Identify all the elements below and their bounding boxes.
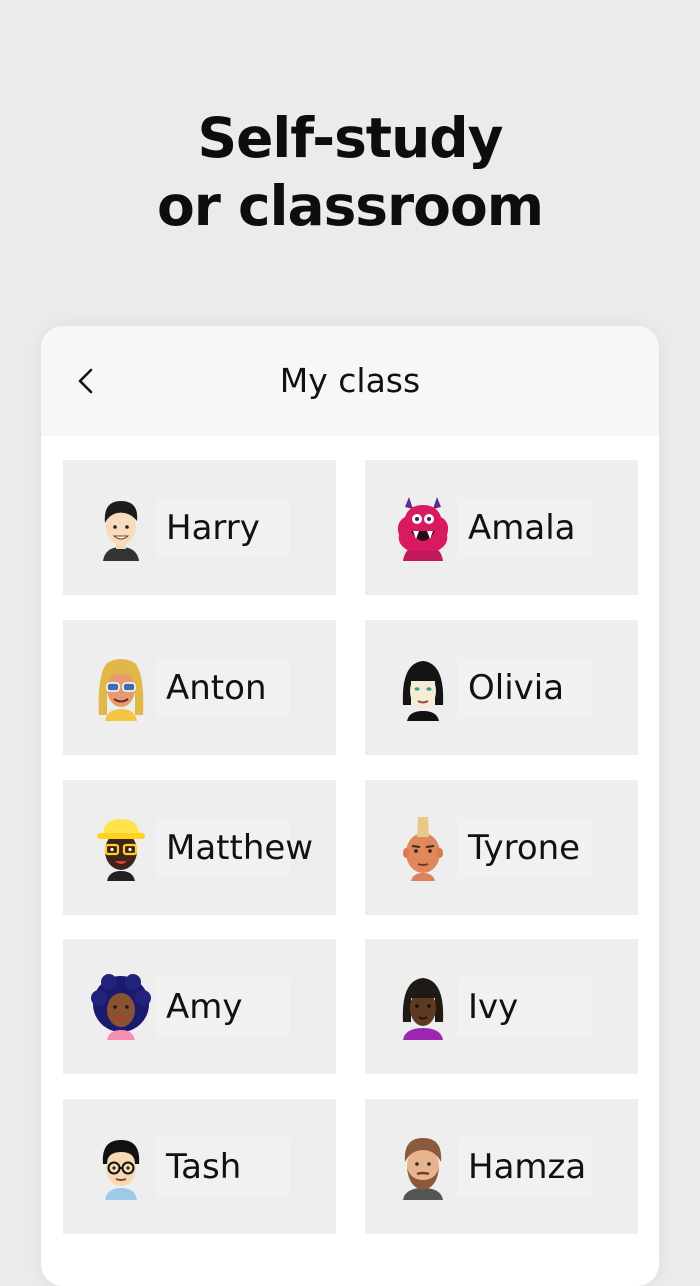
- student-name: Ivy: [468, 987, 519, 1027]
- student-name: Amala: [468, 508, 576, 548]
- glasses-bowl-cut-avatar: [89, 1134, 153, 1200]
- student-tile-olivia[interactable]: Olivia: [365, 620, 638, 755]
- student-name: Anton: [166, 668, 267, 708]
- card-header: My class: [41, 326, 659, 436]
- student-tile-amala[interactable]: Amala: [365, 460, 638, 595]
- blond-sunglasses-avatar: [89, 655, 153, 721]
- page-title: My class: [279, 361, 421, 400]
- student-name: Harry: [166, 508, 260, 548]
- class-card: My class Harry Amala Anton Olivia Matthe…: [41, 326, 659, 1286]
- headline: Self-study or classroom: [0, 104, 700, 240]
- student-tile-amy[interactable]: Amy: [63, 939, 336, 1074]
- headline-line-2: or classroom: [156, 174, 544, 238]
- yellow-hat-glasses-avatar: [89, 815, 153, 881]
- girl-black-bob-avatar: [391, 655, 455, 721]
- student-tile-tyrone[interactable]: Tyrone: [365, 780, 638, 915]
- girl-bangs-avatar: [391, 974, 455, 1040]
- headline-line-1: Self-study: [197, 106, 504, 170]
- boy-dark-hair-avatar: [89, 495, 153, 561]
- student-tile-ivy[interactable]: Ivy: [365, 939, 638, 1074]
- mohawk-avatar: [391, 815, 455, 881]
- student-name: Tash: [166, 1147, 242, 1187]
- student-name: Tyrone: [468, 828, 581, 868]
- student-tile-anton[interactable]: Anton: [63, 620, 336, 755]
- student-name: Olivia: [468, 668, 565, 708]
- student-tile-hamza[interactable]: Hamza: [365, 1099, 638, 1234]
- pink-monster-avatar: [391, 495, 455, 561]
- student-name: Matthew: [166, 828, 314, 868]
- student-name: Hamza: [468, 1147, 587, 1187]
- bearded-avatar: [391, 1134, 455, 1200]
- student-tile-tash[interactable]: Tash: [63, 1099, 336, 1234]
- student-name: Amy: [166, 987, 243, 1027]
- student-tile-matthew[interactable]: Matthew: [63, 780, 336, 915]
- curly-hair-avatar: [89, 974, 153, 1040]
- student-tile-harry[interactable]: Harry: [63, 460, 336, 595]
